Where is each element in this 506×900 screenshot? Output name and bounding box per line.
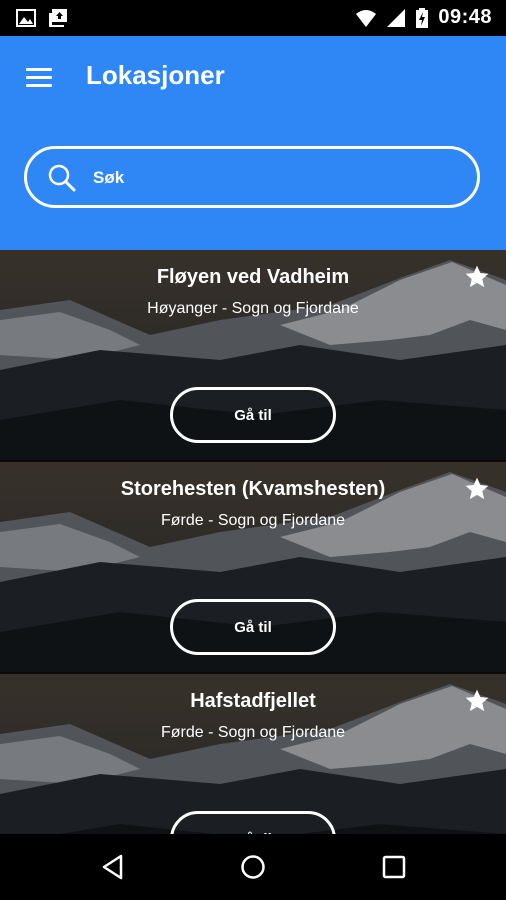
- location-card[interactable]: Fløyen ved Vadheim Høyanger - Sogn og Fj…: [0, 250, 506, 460]
- star-icon[interactable]: [464, 476, 490, 502]
- menu-icon[interactable]: [22, 62, 58, 92]
- location-card[interactable]: Storehesten (Kvamshesten) Førde - Sogn o…: [0, 462, 506, 672]
- go-to-button[interactable]: Gå til: [170, 599, 336, 655]
- location-subtitle: Førde - Sogn og Fjordane: [160, 724, 346, 741]
- app-bar: Lokasjoner: [0, 36, 506, 250]
- status-bar: 09:48: [0, 0, 506, 36]
- location-card[interactable]: Hafstadfjellet Førde - Sogn og Fjordane …: [0, 674, 506, 834]
- location-title: Fløyen ved Vadheim: [156, 266, 350, 288]
- wifi-icon: [356, 9, 377, 27]
- search-icon: [48, 164, 76, 192]
- signal-icon: [387, 8, 406, 27]
- location-subtitle: Førde - Sogn og Fjordane: [160, 512, 346, 529]
- image-icon: [16, 9, 36, 27]
- clock: 09:48: [438, 6, 492, 28]
- back-icon[interactable]: [100, 854, 126, 880]
- star-icon[interactable]: [464, 688, 490, 714]
- location-subtitle: Høyanger - Sogn og Fjordane: [147, 300, 359, 317]
- star-icon[interactable]: [464, 264, 490, 290]
- battery-charging-icon: [416, 7, 429, 28]
- location-title: Hafstadfjellet: [190, 690, 316, 712]
- go-to-button[interactable]: Gå til: [170, 387, 336, 443]
- home-icon[interactable]: [240, 854, 266, 880]
- search-bar[interactable]: [24, 146, 480, 208]
- navigation-bar: [0, 834, 506, 900]
- search-input[interactable]: [91, 161, 455, 195]
- photo-upload-icon: [49, 9, 67, 27]
- go-to-button[interactable]: Gå til: [170, 811, 336, 834]
- location-title: Storehesten (Kvamshesten): [120, 478, 386, 500]
- page-title: Lokasjoner: [86, 60, 225, 90]
- location-list[interactable]: Fløyen ved Vadheim Høyanger - Sogn og Fj…: [0, 250, 506, 834]
- recents-icon[interactable]: [381, 854, 407, 880]
